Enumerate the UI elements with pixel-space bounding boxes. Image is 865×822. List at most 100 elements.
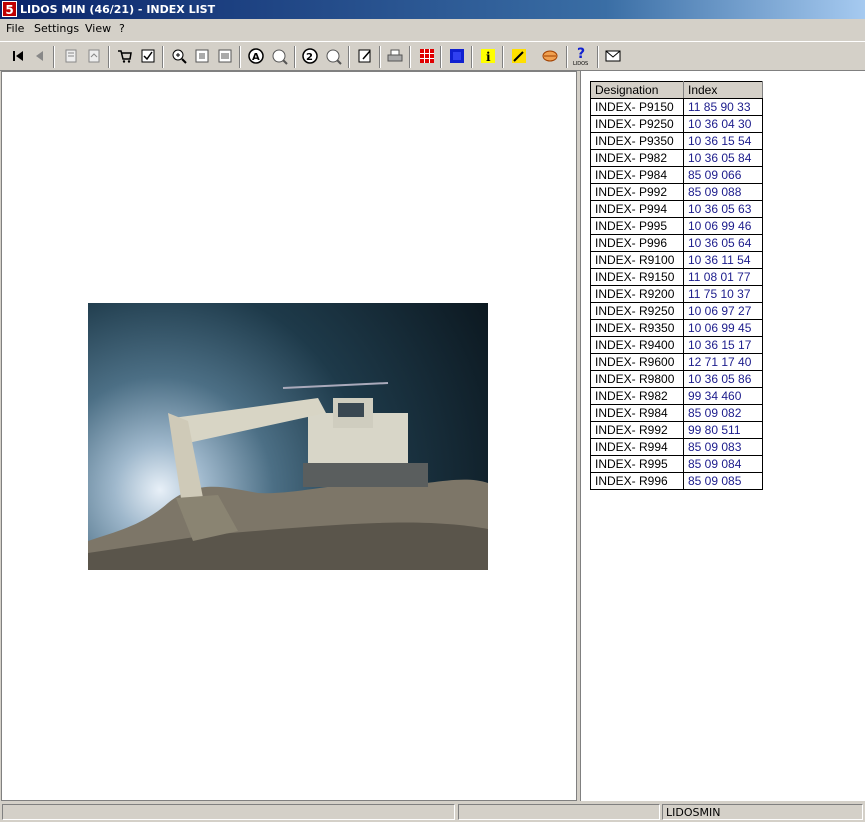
designation-cell: INDEX- R9150: [590, 268, 684, 286]
zoom-in-icon[interactable]: [169, 46, 189, 66]
fit-page-icon[interactable]: [192, 46, 212, 66]
index-link[interactable]: 10 36 05 84: [683, 149, 763, 167]
index-link[interactable]: 10 36 05 63: [683, 200, 763, 218]
table-row[interactable]: INDEX- R994 85 09 083: [590, 438, 763, 456]
table-row[interactable]: INDEX- P984 85 09 066: [590, 166, 763, 184]
table-row[interactable]: INDEX- P9350 10 36 15 54: [590, 132, 763, 150]
index-link[interactable]: 10 36 15 17: [683, 336, 763, 354]
tools-icon[interactable]: [509, 46, 529, 66]
table-row[interactable]: INDEX- P995 10 06 99 46: [590, 217, 763, 235]
menu-settings[interactable]: Settings: [34, 22, 79, 35]
search-number-next-icon[interactable]: [324, 46, 344, 66]
index-link[interactable]: 11 85 90 33: [683, 98, 763, 116]
table-row[interactable]: INDEX- P992 85 09 088: [590, 183, 763, 201]
table-row[interactable]: INDEX- R995 85 09 084: [590, 455, 763, 473]
lidos-help-icon[interactable]: ? LIDOS: [572, 46, 592, 66]
open-document-icon[interactable]: [61, 46, 81, 66]
table-row[interactable]: INDEX- R9800 10 36 05 86: [590, 370, 763, 388]
table-row[interactable]: INDEX- R984 85 09 082: [590, 404, 763, 422]
index-link[interactable]: 12 71 17 40: [683, 353, 763, 371]
checklist-icon[interactable]: [138, 46, 158, 66]
svg-text:LIDOS: LIDOS: [573, 61, 588, 66]
status-panel-main: [2, 804, 455, 820]
index-link[interactable]: 10 06 97 27: [683, 302, 763, 320]
title-bar[interactable]: 5 LIDOS MIN (46/21) - INDEX LIST: [0, 0, 865, 19]
index-link[interactable]: 10 36 15 54: [683, 132, 763, 150]
index-link[interactable]: 85 09 082: [683, 404, 763, 422]
designation-cell: INDEX- P9150: [590, 98, 684, 116]
designation-cell: INDEX- R992: [590, 421, 684, 439]
table-row[interactable]: INDEX- R992 99 80 511: [590, 421, 763, 439]
index-link[interactable]: 99 80 511: [683, 421, 763, 439]
search-text-icon[interactable]: A: [246, 46, 266, 66]
table-row[interactable]: INDEX- R9250 10 06 97 27: [590, 302, 763, 320]
table-row[interactable]: INDEX- P9150 11 85 90 33: [590, 98, 763, 116]
table-row[interactable]: INDEX- R9600 12 71 17 40: [590, 353, 763, 371]
designation-cell: INDEX- R9250: [590, 302, 684, 320]
designation-cell: INDEX- R984: [590, 404, 684, 422]
grid-red-icon[interactable]: [417, 46, 437, 66]
index-link[interactable]: 10 06 99 45: [683, 319, 763, 337]
table-row[interactable]: INDEX- P9250 10 36 04 30: [590, 115, 763, 133]
index-link[interactable]: 10 36 05 64: [683, 234, 763, 252]
svg-text:2: 2: [306, 52, 313, 63]
index-link[interactable]: 85 09 088: [683, 183, 763, 201]
index-link[interactable]: 10 36 04 30: [683, 115, 763, 133]
designation-cell: INDEX- R9200: [590, 285, 684, 303]
fit-width-icon[interactable]: [215, 46, 235, 66]
handshake-icon[interactable]: [540, 46, 560, 66]
designation-cell: INDEX- R996: [590, 472, 684, 490]
svg-text:i: i: [486, 50, 491, 64]
designation-cell: INDEX- P982: [590, 149, 684, 167]
mail-icon[interactable]: [603, 46, 623, 66]
header-index[interactable]: Index: [683, 81, 763, 99]
search-next-icon[interactable]: [270, 46, 290, 66]
grid-blue-icon[interactable]: [447, 46, 467, 66]
designation-cell: INDEX- R9800: [590, 370, 684, 388]
index-link[interactable]: 85 09 066: [683, 166, 763, 184]
table-row[interactable]: INDEX- R9100 10 36 11 54: [590, 251, 763, 269]
designation-cell: INDEX- P995: [590, 217, 684, 235]
table-row[interactable]: INDEX- P994 10 36 05 63: [590, 200, 763, 218]
table-row[interactable]: INDEX- R996 85 09 085: [590, 472, 763, 490]
info-icon[interactable]: i: [478, 46, 498, 66]
menu-file[interactable]: File: [6, 22, 24, 35]
header-designation[interactable]: Designation: [590, 81, 684, 99]
index-link[interactable]: 10 36 05 86: [683, 370, 763, 388]
excavator-photo: [88, 303, 488, 570]
index-table: Designation Index INDEX- P9150 11 85 90 3…: [590, 81, 763, 490]
app-logo-icon[interactable]: 5: [2, 1, 17, 17]
index-link[interactable]: 85 09 085: [683, 472, 763, 490]
cart-icon[interactable]: [115, 46, 135, 66]
index-link[interactable]: 10 36 11 54: [683, 251, 763, 269]
table-header-row: Designation Index: [590, 81, 763, 99]
search-number-icon[interactable]: 2: [300, 46, 320, 66]
table-row[interactable]: INDEX- R9350 10 06 99 45: [590, 319, 763, 337]
table-row[interactable]: INDEX- P982 10 36 05 84: [590, 149, 763, 167]
table-row[interactable]: INDEX- P996 10 36 05 64: [590, 234, 763, 252]
first-page-icon[interactable]: [8, 46, 28, 66]
table-row[interactable]: INDEX- R9150 11 08 01 77: [590, 268, 763, 286]
menu-bar: File Settings View ?: [0, 19, 865, 39]
index-link[interactable]: 11 75 10 37: [683, 285, 763, 303]
designation-cell: INDEX- P9350: [590, 132, 684, 150]
table-row[interactable]: INDEX- R9400 10 36 15 17: [590, 336, 763, 354]
menu-view[interactable]: View: [85, 22, 111, 35]
previous-page-icon[interactable]: [30, 46, 50, 66]
table-row[interactable]: INDEX- R982 99 34 460: [590, 387, 763, 405]
index-link[interactable]: 11 08 01 77: [683, 268, 763, 286]
index-link[interactable]: 85 09 083: [683, 438, 763, 456]
designation-cell: INDEX- R994: [590, 438, 684, 456]
index-link[interactable]: 99 34 460: [683, 387, 763, 405]
print-icon[interactable]: [385, 46, 405, 66]
menu-help[interactable]: ?: [119, 22, 125, 35]
index-link[interactable]: 85 09 084: [683, 455, 763, 473]
designation-cell: INDEX- P992: [590, 183, 684, 201]
close-document-icon[interactable]: [84, 46, 104, 66]
designation-cell: INDEX- R982: [590, 387, 684, 405]
status-bar: LIDOSMIN: [0, 802, 865, 822]
index-link[interactable]: 10 06 99 46: [683, 217, 763, 235]
notepad-icon[interactable]: [355, 46, 375, 66]
window-title: LIDOS MIN (46/21) - INDEX LIST: [20, 3, 216, 16]
table-row[interactable]: INDEX- R9200 11 75 10 37: [590, 285, 763, 303]
